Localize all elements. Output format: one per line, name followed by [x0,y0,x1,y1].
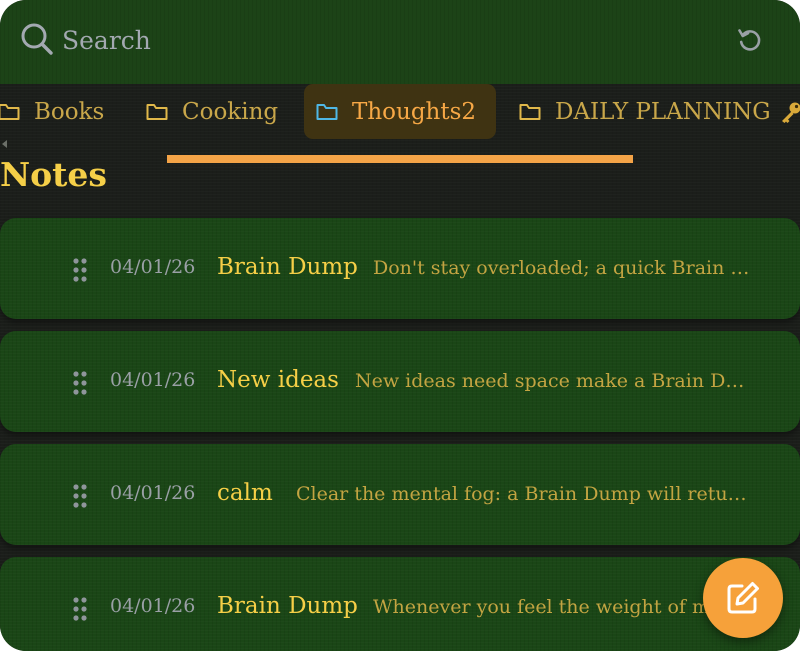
note-preview: New ideas need space make a Brain Dum... [355,370,755,392]
note-date: 04/01/26 [110,256,196,278]
scroll-left-indicator[interactable] [2,140,7,148]
page-title: Notes [0,155,107,194]
drag-handle-icon[interactable] [73,371,87,395]
drag-handle-icon[interactable] [73,258,87,282]
new-note-button[interactable] [703,558,783,638]
note-card[interactable]: 04/01/26 Brain Dump Whenever you feel th… [0,557,800,651]
folder-icon [146,103,168,120]
search-icon[interactable] [20,22,54,56]
tab-label: Cooking [182,98,279,125]
edit-note-icon [727,582,759,614]
search-bar [0,0,800,84]
tab-label: Thoughts2 [352,98,477,125]
note-title: Brain Dump [217,254,358,280]
tab-label: DAILY PLANNING [555,98,771,125]
search-input[interactable] [62,20,682,60]
note-date: 04/01/26 [110,595,196,617]
drag-handle-icon[interactable] [73,597,87,621]
note-date: 04/01/26 [110,482,196,504]
note-title: calm [217,480,273,506]
folder-icon [316,103,338,120]
notes-app: Books Cooking Thoughts2 DAILY PLANNING [0,0,800,651]
folder-icon [519,103,541,120]
tab-daily-planning[interactable]: DAILY PLANNING [519,84,800,139]
note-preview: Don't stay overloaded; a quick Brain D..… [373,257,753,279]
note-preview: Clear the mental fog: a Brain Dump will … [296,483,752,505]
tab-label: Books [34,98,105,125]
tab-cooking[interactable]: Cooking [146,84,278,139]
note-card[interactable]: 04/01/26 Brain Dump Don't stay overloade… [0,218,800,319]
folder-tabs: Books Cooking Thoughts2 DAILY PLANNING [0,84,800,140]
folder-icon [0,103,20,120]
drag-handle-icon[interactable] [73,484,87,508]
note-title: Brain Dump [217,593,358,619]
tab-books[interactable]: Books [0,84,104,139]
note-card[interactable]: 04/01/26 New ideas New ideas need space … [0,331,800,432]
active-tab-indicator [167,155,633,163]
note-title: New ideas [217,367,339,393]
key-icon [781,102,800,123]
note-date: 04/01/26 [110,369,196,391]
tab-thoughts2[interactable]: Thoughts2 [304,84,497,139]
note-card[interactable]: 04/01/26 calm Clear the mental fog: a Br… [0,444,800,545]
refresh-icon[interactable] [736,26,764,54]
